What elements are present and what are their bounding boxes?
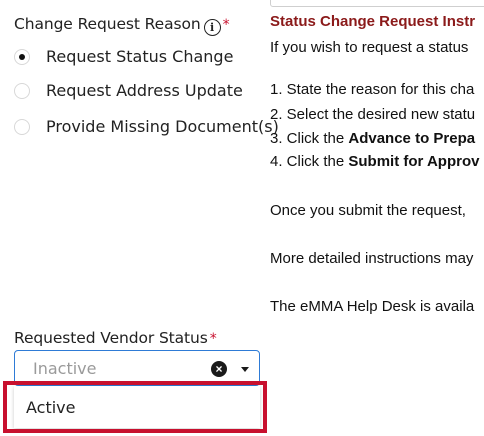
radio-label: Request Address Update [46,81,243,100]
radio-label: Request Status Change [46,47,234,66]
step-text: 3. Click the [270,130,349,147]
radio-button[interactable] [14,48,30,65]
select-value: Inactive [33,359,97,378]
instructions-step-3: 3. Click the Advance to Prepa [270,130,475,147]
radio-button[interactable] [14,82,30,99]
instructions-step-2: 2. Select the desired new statu [270,106,475,123]
radio-provide-missing-documents[interactable]: Provide Missing Document(s) [14,117,279,136]
step-text: 2. Select the desired new statu [270,106,476,123]
step-bold-text: Advance to Prepa [348,130,476,147]
instructions-para-submit: Once you submit the request, [270,202,466,219]
vendor-status-label: Requested Vendor Status * [14,329,217,347]
chevron-down-icon[interactable] [241,367,249,372]
step-bold-text: Submit for Approv [348,153,480,170]
required-mark: * [222,17,230,33]
instructions-para-helpdesk: The eMMA Help Desk is availa [270,298,475,315]
change-reason-label-text: Change Request Reason [14,15,201,33]
vendor-status-dropdown: Active [14,386,260,428]
radio-request-status-change[interactable]: Request Status Change [14,47,233,66]
top-input-edge [270,0,484,7]
step-text: 1. State the reason for this cha [270,81,475,98]
dropdown-option-active[interactable]: Active [26,398,76,417]
radio-button[interactable] [14,118,30,135]
change-reason-label: Change Request Reason i * [14,15,230,36]
vendor-status-select[interactable]: Inactive × [14,350,260,386]
radio-label: Provide Missing Document(s) [46,117,279,136]
required-mark: * [209,331,217,347]
instructions-para-details: More detailed instructions may [270,250,474,267]
clear-icon[interactable]: × [211,361,227,377]
instructions-title: Status Change Request Instr [270,13,476,30]
radio-request-address-update[interactable]: Request Address Update [14,81,243,100]
instructions-step-1: 1. State the reason for this cha [270,81,474,98]
info-icon[interactable]: i [203,19,221,36]
instructions-intro: If you wish to request a status [270,39,469,56]
vendor-status-label-text: Requested Vendor Status [14,329,208,347]
instructions-step-4: 4. Click the Submit for Approv [270,153,479,170]
step-text: 4. Click the [270,153,349,170]
